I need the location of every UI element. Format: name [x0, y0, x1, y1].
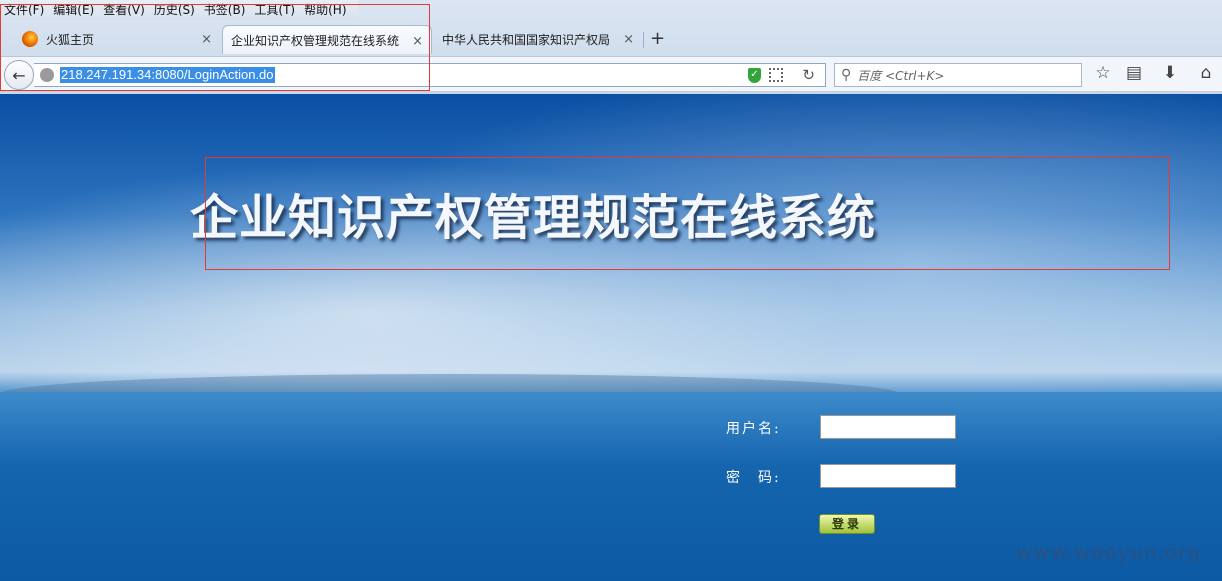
login-page: 企业知识产权管理规范在线系统 用户名: 密 码: 登录 www.wooyun.o… — [0, 94, 1222, 581]
back-arrow-icon: ← — [12, 65, 26, 85]
close-icon[interactable]: × — [412, 34, 423, 49]
menu-help[interactable]: 帮助(H) — [302, 0, 353, 20]
menu-tools[interactable]: 工具(T) — [252, 0, 302, 20]
password-label: 密 码: — [726, 470, 781, 486]
menu-history[interactable]: 历史(S) — [152, 0, 202, 20]
reading-list-icon[interactable]: ▤ — [1123, 63, 1145, 83]
tab-divider — [643, 32, 644, 48]
password-input[interactable] — [820, 464, 956, 488]
reload-icon[interactable]: ↻ — [802, 66, 815, 84]
qr-code-icon[interactable] — [769, 68, 783, 82]
tab-home-label: 火狐主页 — [46, 32, 95, 47]
url-text[interactable]: 218.247.191.34:8080/LoginAction.do — [60, 67, 275, 83]
page-title: 企业知识产权管理规范在线系统 — [190, 190, 877, 246]
search-input[interactable]: ⚲ 百度 <Ctrl+K> — [834, 63, 1082, 87]
search-placeholder: 百度 <Ctrl+K> — [857, 68, 945, 83]
url-bar[interactable]: 218.247.191.34:8080/LoginAction.do ✓ ↻ — [34, 63, 826, 87]
new-tab-button[interactable]: + — [650, 28, 665, 49]
username-label: 用户名: — [726, 421, 781, 437]
username-input[interactable] — [820, 415, 956, 439]
tab-home[interactable]: 火狐主页 × — [10, 24, 220, 54]
watermark: www.wooyun.org — [1016, 540, 1201, 564]
tab-sipo-label: 中华人民共和国国家知识产权局 — [442, 32, 611, 47]
browser-chrome: 文件(F) 编辑(E) 查看(V) 历史(S) 书签(B) 工具(T) 帮助(H… — [0, 0, 1222, 94]
navigation-bar: 218.247.191.34:8080/LoginAction.do ✓ ↻ ←… — [0, 56, 1222, 92]
menu-file[interactable]: 文件(F) — [2, 0, 51, 20]
home-icon[interactable]: ⌂ — [1195, 63, 1217, 83]
distant-hills — [0, 374, 900, 394]
menu-bar: 文件(F) 编辑(E) 查看(V) 历史(S) 书签(B) 工具(T) 帮助(H… — [0, 0, 358, 20]
tab-active-label: 企业知识产权管理规范在线系统 — [231, 33, 400, 48]
search-icon: ⚲ — [841, 67, 852, 83]
tab-bar: 火狐主页 × 企业知识产权管理规范在线系统 × 中华人民共和国国家知识产权局 ×… — [0, 22, 1222, 54]
close-icon[interactable]: × — [201, 32, 212, 47]
close-icon[interactable]: × — [623, 32, 634, 47]
back-button[interactable]: ← — [4, 60, 34, 90]
menu-edit[interactable]: 编辑(E) — [51, 0, 101, 20]
tab-active[interactable]: 企业知识产权管理规范在线系统 × — [222, 25, 432, 54]
bookmark-star-icon[interactable]: ☆ — [1092, 63, 1114, 83]
firefox-icon — [22, 31, 38, 47]
download-icon[interactable]: ⬇ — [1159, 63, 1181, 83]
tab-sipo[interactable]: 中华人民共和国国家知识产权局 × — [434, 24, 642, 54]
globe-icon — [40, 68, 54, 82]
shield-icon[interactable]: ✓ — [748, 68, 761, 83]
menu-bookmarks[interactable]: 书签(B) — [202, 0, 253, 20]
login-button[interactable]: 登录 — [819, 514, 875, 534]
menu-view[interactable]: 查看(V) — [101, 0, 152, 20]
